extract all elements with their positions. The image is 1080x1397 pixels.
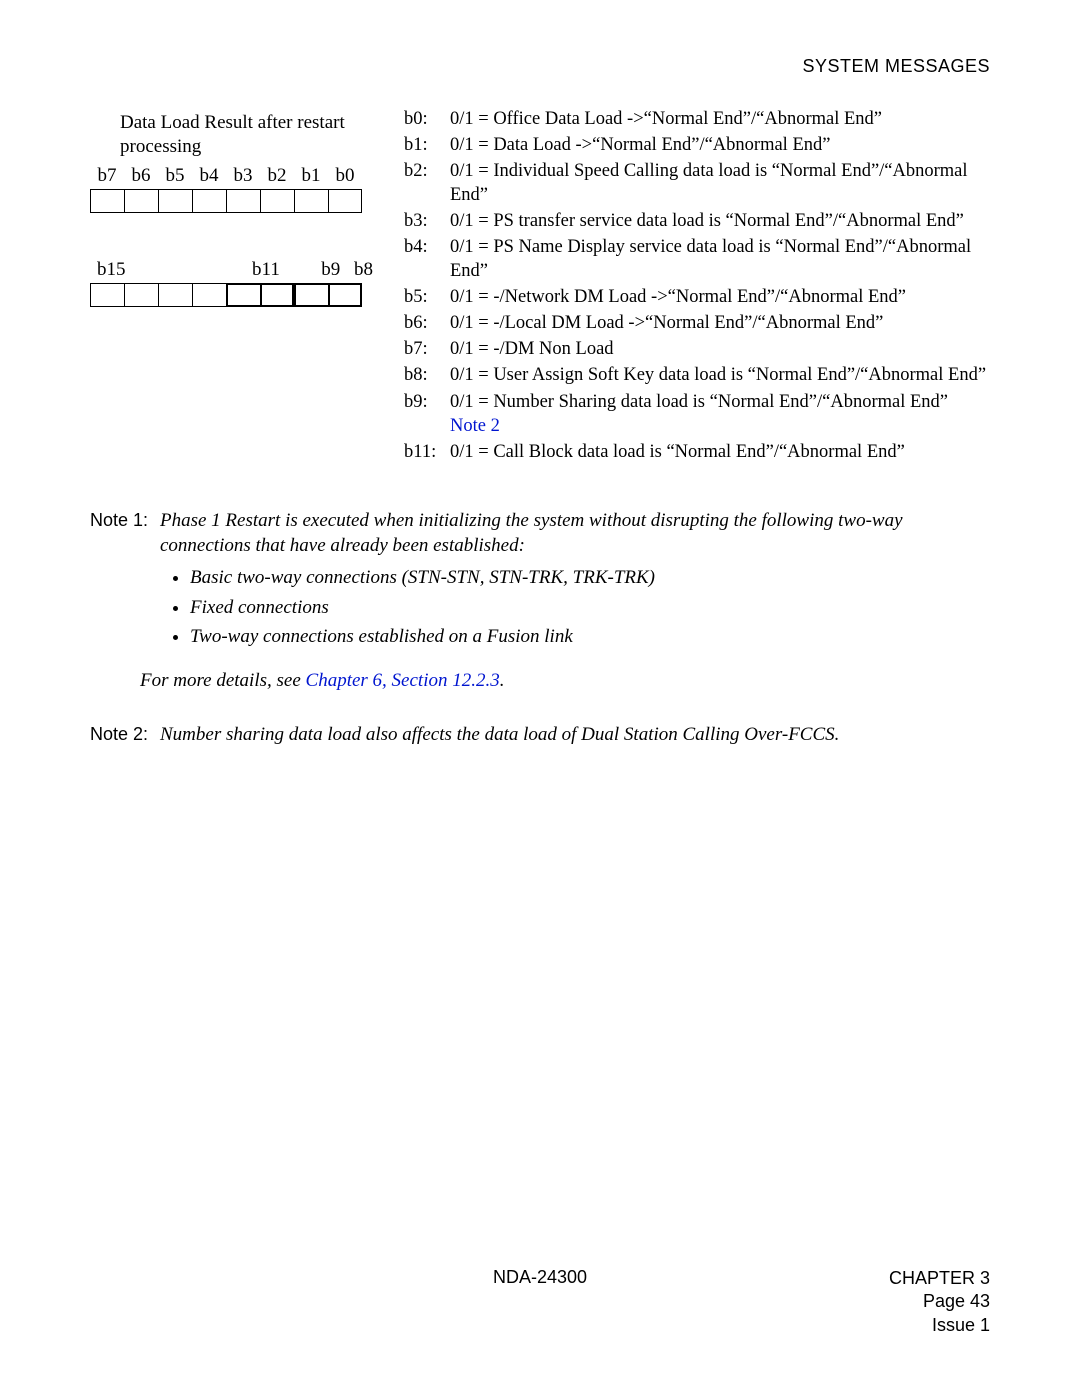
note1-label: Note 1:: [90, 508, 160, 658]
def-b6: b6: 0/1 = -/Local DM Load ->“Normal End”…: [404, 311, 990, 337]
chapter-section-link[interactable]: Chapter 6, Section 12.2.3: [306, 670, 500, 691]
bit-cells-row1: [90, 189, 380, 213]
diagram-title: Data Load Result after restart processin…: [120, 111, 350, 159]
bit-label-b15: b15: [90, 259, 133, 281]
def-b8: b8: 0/1 = User Assign Soft Key data load…: [404, 363, 990, 389]
bit-label-b2: b2: [260, 165, 294, 187]
note1-tail-prefix: For more details, see: [140, 670, 306, 691]
main-content: Data Load Result after restart processin…: [90, 107, 990, 466]
bit-cells-row2: [90, 283, 380, 307]
notes-section: Note 1: Phase 1 Restart is executed when…: [90, 508, 990, 747]
bit-definitions: b0: 0/1 = Office Data Load ->“Normal End…: [380, 107, 990, 466]
note1-bullet-1: Basic two-way connections (STN-STN, STN-…: [190, 565, 990, 591]
page-footer: NDA-24300 CHAPTER 3 Page 43 Issue 1: [90, 1267, 990, 1337]
bit-label-b8: b8: [347, 259, 380, 281]
def-b9: b9: 0/1 = Number Sharing data load is “N…: [404, 390, 990, 440]
section-header: SYSTEM MESSAGES: [90, 56, 990, 77]
bit-diagram: Data Load Result after restart processin…: [90, 107, 380, 307]
bit-label-b9: b9: [314, 259, 347, 281]
def-b2: b2: 0/1 = Individual Speed Calling data …: [404, 159, 990, 209]
note1-tail: For more details, see Chapter 6, Section…: [140, 668, 990, 694]
def-b4: b4: 0/1 = PS Name Display service data l…: [404, 235, 990, 285]
footer-page: Page 43: [889, 1290, 990, 1313]
bit-label-b11: b11: [247, 259, 286, 281]
note2-text: Number sharing data load also affects th…: [160, 722, 990, 748]
def-b9-text: 0/1 = Number Sharing data load is “Norma…: [450, 392, 948, 412]
def-b7: b7: 0/1 = -/DM Non Load: [404, 337, 990, 363]
bit-labels-row2: b15 b11 b9 b8: [90, 259, 380, 281]
bit-label-b0: b0: [328, 165, 362, 187]
note-2: Note 2: Number sharing data load also af…: [90, 722, 990, 748]
note2-link[interactable]: Note 2: [450, 416, 500, 436]
def-b11: b11: 0/1 = Call Block data load is “Norm…: [404, 440, 990, 466]
note1-bullet-3: Two-way connections established on a Fus…: [190, 624, 990, 650]
def-b3: b3: 0/1 = PS transfer service data load …: [404, 209, 990, 235]
bit-label-b5: b5: [158, 165, 192, 187]
def-b5: b5: 0/1 = -/Network DM Load ->“Normal En…: [404, 285, 990, 311]
page: SYSTEM MESSAGES Data Load Result after r…: [0, 0, 1080, 1397]
bit-labels-row1: b7 b6 b5 b4 b3 b2 b1 b0: [90, 165, 380, 187]
footer-issue: Issue 1: [889, 1314, 990, 1337]
note1-bullet-2: Fixed connections: [190, 595, 990, 621]
note1-bullets: Basic two-way connections (STN-STN, STN-…: [160, 565, 990, 650]
definitions-table: b0: 0/1 = Office Data Load ->“Normal End…: [404, 107, 990, 466]
def-b1: b1: 0/1 = Data Load ->“Normal End”/“Abno…: [404, 133, 990, 159]
def-b0: b0: 0/1 = Office Data Load ->“Normal End…: [404, 107, 990, 133]
footer-doc-id: NDA-24300: [90, 1267, 990, 1288]
note1-tail-suffix: .: [500, 670, 505, 691]
note-1: Note 1: Phase 1 Restart is executed when…: [90, 508, 990, 658]
note2-label: Note 2:: [90, 722, 160, 748]
bit-label-b7: b7: [90, 165, 124, 187]
bit-label-b3: b3: [226, 165, 260, 187]
bit-label-b6: b6: [124, 165, 158, 187]
note1-intro: Phase 1 Restart is executed when initial…: [160, 510, 903, 557]
bit-label-b4: b4: [192, 165, 226, 187]
bit-label-b1: b1: [294, 165, 328, 187]
